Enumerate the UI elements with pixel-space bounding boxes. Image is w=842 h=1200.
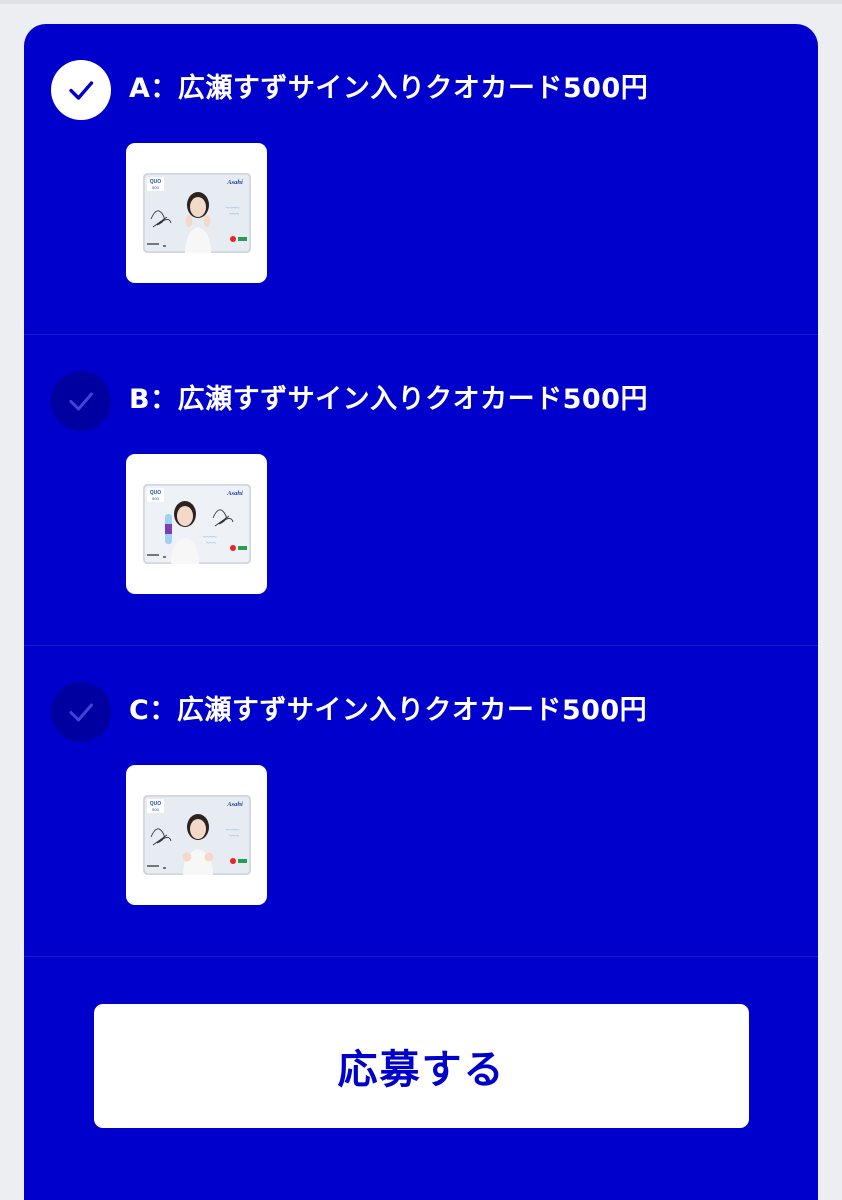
quo-card-b-image: QUO 500 Asahi 〜〜〜〜 〜〜〜	[142, 484, 251, 564]
svg-text:〜〜〜: 〜〜〜	[206, 541, 217, 545]
option-a-radio[interactable]	[51, 60, 111, 120]
svg-text:Asahi: Asahi	[226, 801, 243, 808]
option-c-title: C：広瀬すずサイン入りクオカード500円	[129, 695, 648, 726]
svg-text:Asahi: Asahi	[226, 179, 243, 186]
prize-option-a[interactable]: A：広瀬すずサイン入りクオカード500円 QUO 500 Asahi 〜〜〜〜 …	[24, 24, 818, 335]
svg-text:500: 500	[152, 496, 159, 501]
svg-text:Asahi: Asahi	[226, 490, 243, 497]
checkmark-icon	[69, 392, 93, 411]
svg-text:500: 500	[152, 807, 159, 812]
checkmark-icon	[69, 703, 93, 722]
svg-text:〜〜〜〜: 〜〜〜〜	[226, 828, 240, 832]
svg-text:〜〜〜: 〜〜〜	[229, 834, 240, 838]
svg-text:500: 500	[152, 185, 159, 190]
quo-card-c-image: QUO 500 Asahi 〜〜〜〜 〜〜〜	[142, 795, 251, 875]
svg-text:〜〜〜〜: 〜〜〜〜	[226, 206, 240, 210]
svg-text:〜〜〜: 〜〜〜	[229, 212, 240, 216]
option-c-thumbnail: QUO 500 Asahi 〜〜〜〜 〜〜〜	[126, 765, 267, 905]
quo-card-a-image: QUO 500 Asahi 〜〜〜〜 〜〜〜	[142, 173, 251, 253]
option-b-title: B：広瀬すずサイン入りクオカード500円	[129, 384, 648, 415]
checkmark-icon	[69, 81, 94, 100]
option-b-radio[interactable]	[51, 371, 111, 431]
prize-option-b[interactable]: B：広瀬すずサイン入りクオカード500円 QUO 500 Asahi 〜〜〜〜 …	[24, 335, 818, 646]
option-a-thumbnail: QUO 500 Asahi 〜〜〜〜 〜〜〜	[126, 143, 267, 283]
prize-selection-panel: A：広瀬すずサイン入りクオカード500円 QUO 500 Asahi 〜〜〜〜 …	[24, 24, 818, 1200]
option-divider	[24, 956, 818, 957]
page-top-edge	[0, 0, 842, 4]
svg-text:〜〜〜〜: 〜〜〜〜	[203, 535, 217, 539]
apply-button[interactable]: 応募する	[94, 1004, 749, 1128]
option-b-thumbnail: QUO 500 Asahi 〜〜〜〜 〜〜〜	[126, 454, 267, 594]
option-a-title: A：広瀬すずサイン入りクオカード500円	[129, 73, 649, 104]
prize-option-c[interactable]: C：広瀬すずサイン入りクオカード500円 QUO 500 Asahi 〜〜〜〜 …	[24, 646, 818, 957]
option-c-radio[interactable]	[51, 682, 111, 742]
